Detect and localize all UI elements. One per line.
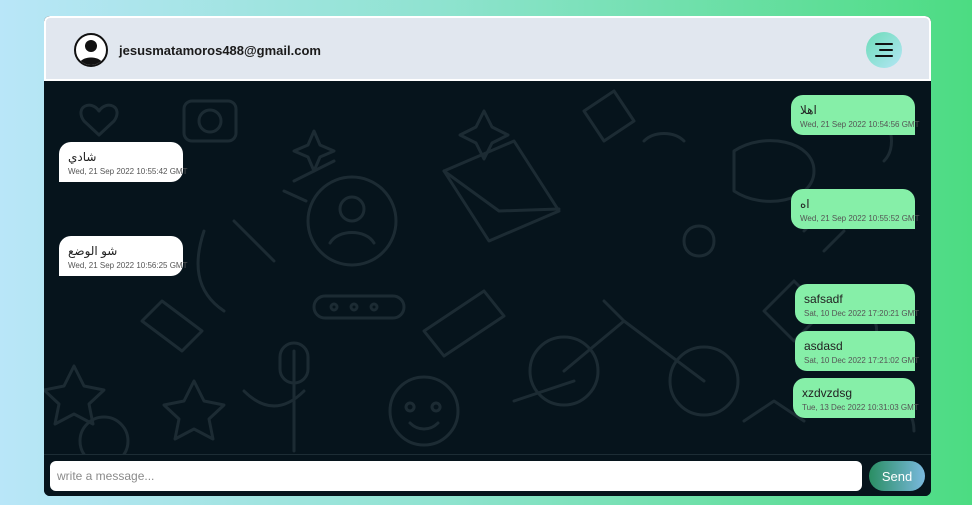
message-timestamp: Sat, 10 Dec 2022 17:20:21 GMT (804, 309, 920, 318)
message-timestamp: Sat, 10 Dec 2022 17:21:02 GMT (804, 356, 920, 365)
message-text: اهلا (800, 103, 817, 117)
chat-app: jesusmatamoros488@gmail.com اهلا Wed, 21… (44, 16, 931, 496)
message-timestamp: Wed, 21 Sep 2022 10:54:56 GMT (800, 120, 920, 129)
message-text: شادي (68, 150, 97, 164)
message-timestamp: Tue, 13 Dec 2022 10:31:03 GMT (802, 403, 919, 412)
message-timestamp: Wed, 21 Sep 2022 10:56:25 GMT (68, 261, 188, 270)
chat-header: jesusmatamoros488@gmail.com (44, 16, 931, 81)
message-timestamp: Wed, 21 Sep 2022 10:55:52 GMT (800, 214, 920, 223)
message-bubble-incoming[interactable]: شادي Wed, 21 Sep 2022 10:55:42 GMT (59, 142, 188, 182)
send-button[interactable]: Send (869, 461, 925, 491)
message-composer: Send (44, 454, 931, 496)
message-text: asdasd (804, 339, 843, 353)
message-bubble-outgoing[interactable]: asdasd Sat, 10 Dec 2022 17:21:02 GMT (795, 331, 920, 371)
message-text: xzdvzdsg (802, 386, 853, 400)
message-text: شو الوضع (68, 244, 118, 258)
menu-button[interactable] (866, 32, 902, 68)
message-bubble-outgoing[interactable]: safsadf Sat, 10 Dec 2022 17:20:21 GMT (795, 284, 920, 324)
message-bubble-outgoing[interactable]: اه Wed, 21 Sep 2022 10:55:52 GMT (791, 189, 920, 229)
message-bubble-incoming[interactable]: شو الوضع Wed, 21 Sep 2022 10:56:25 GMT (59, 236, 188, 276)
message-timestamp: Wed, 21 Sep 2022 10:55:42 GMT (68, 167, 188, 176)
message-list[interactable]: اهلا Wed, 21 Sep 2022 10:54:56 GMT شادي … (44, 81, 931, 454)
user-email: jesusmatamoros488@gmail.com (119, 43, 321, 58)
message-text: اه (800, 197, 810, 211)
message-bubble-outgoing[interactable]: اهلا Wed, 21 Sep 2022 10:54:56 GMT (791, 95, 920, 135)
message-text: safsadf (804, 292, 843, 306)
user-avatar-icon[interactable] (74, 33, 108, 67)
hamburger-menu-icon (875, 43, 893, 45)
message-input[interactable] (50, 461, 862, 491)
message-bubble-outgoing[interactable]: xzdvzdsg Tue, 13 Dec 2022 10:31:03 GMT (793, 378, 919, 418)
